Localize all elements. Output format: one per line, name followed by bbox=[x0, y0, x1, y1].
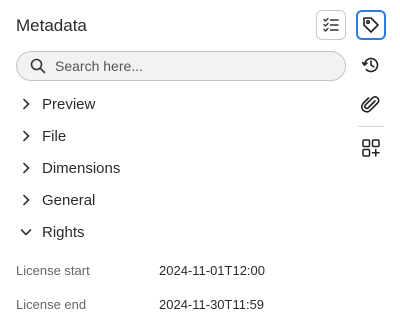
panel-title: Metadata bbox=[16, 16, 87, 35]
field-key: License end bbox=[16, 296, 87, 312]
history-tab-button[interactable] bbox=[356, 50, 386, 80]
metadata-sections: Preview File Dimensions General Rights bbox=[16, 88, 346, 248]
rights-fields: License start 2024-11-01T12:00 License e… bbox=[16, 253, 346, 321]
section-label: Preview bbox=[42, 95, 96, 113]
section-dimensions[interactable]: Dimensions bbox=[16, 152, 346, 184]
section-preview[interactable]: Preview bbox=[16, 88, 346, 120]
panel-header: Metadata bbox=[16, 10, 346, 42]
section-label: Rights bbox=[42, 223, 85, 241]
section-rights[interactable]: Rights bbox=[16, 216, 346, 248]
checklist-icon bbox=[323, 17, 339, 32]
chevron-right-icon bbox=[19, 193, 33, 207]
add-widget-icon bbox=[362, 139, 380, 157]
rail-divider bbox=[358, 126, 384, 127]
field-key: License start bbox=[16, 262, 90, 278]
field-value: 2024-11-01T12:00 bbox=[159, 262, 266, 278]
section-general[interactable]: General bbox=[16, 184, 346, 216]
attachment-icon bbox=[360, 96, 380, 113]
search-icon bbox=[29, 57, 47, 75]
search-input[interactable] bbox=[55, 58, 325, 74]
chevron-right-icon bbox=[19, 129, 33, 143]
section-label: Dimensions bbox=[42, 159, 121, 177]
field-license-end: License end 2024-11-30T11:59 bbox=[16, 287, 346, 321]
history-icon bbox=[361, 57, 379, 73]
side-rail bbox=[356, 10, 388, 170]
field-value: 2024-11-30T11:59 bbox=[159, 296, 265, 312]
chevron-right-icon bbox=[19, 161, 33, 175]
section-file[interactable]: File bbox=[16, 120, 346, 152]
checklist-button[interactable] bbox=[316, 10, 346, 40]
metadata-tab-button[interactable] bbox=[356, 10, 386, 40]
attachments-tab-button[interactable] bbox=[356, 90, 386, 120]
chevron-right-icon bbox=[19, 97, 33, 111]
chevron-down-icon bbox=[19, 225, 33, 239]
add-widget-button[interactable] bbox=[356, 133, 386, 163]
field-license-start: License start 2024-11-01T12:00 bbox=[16, 253, 346, 287]
metadata-panel: Metadata Preview bbox=[0, 0, 356, 336]
tag-icon bbox=[363, 17, 379, 33]
section-label: General bbox=[42, 191, 96, 209]
search-bar bbox=[16, 51, 346, 81]
section-label: File bbox=[42, 127, 67, 145]
